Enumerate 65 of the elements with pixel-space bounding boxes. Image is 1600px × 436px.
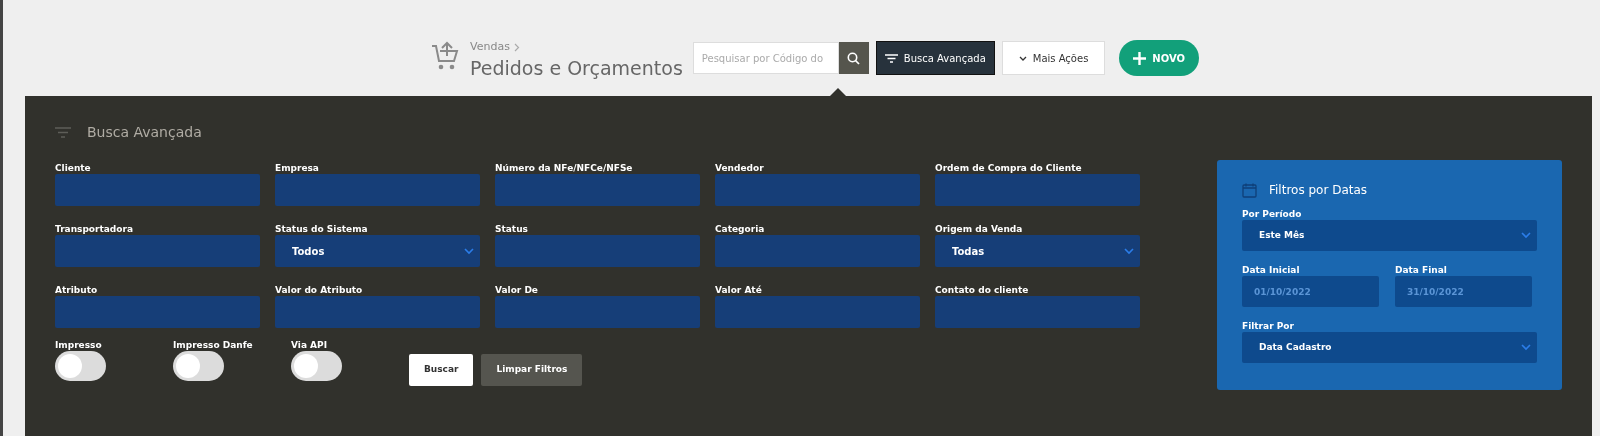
input-field[interactable] — [495, 296, 700, 328]
field-label: Status — [495, 223, 529, 235]
toggle-switch[interactable] — [291, 351, 342, 381]
plus-icon — [1133, 51, 1147, 65]
date-field[interactable]: 31/10/2022 — [1395, 276, 1532, 307]
toggle-label: Impresso — [55, 339, 103, 351]
search-field[interactable]: Pesquisar por Código do — [692, 42, 839, 74]
chevron-down-icon — [1521, 232, 1531, 239]
input-field[interactable] — [55, 296, 260, 328]
field-label: Número da NFe/NFCe/NFSe — [495, 162, 634, 174]
input-field[interactable] — [715, 296, 920, 328]
field-label: Status do Sistema — [275, 223, 369, 235]
search-icon — [847, 51, 861, 65]
field-label: Categoria — [715, 223, 766, 235]
field-label: Empresa — [275, 162, 320, 174]
field-label: Valor De — [495, 284, 539, 296]
field-label: Cliente — [55, 162, 92, 174]
field-label: Ordem de Compra do Cliente — [935, 162, 1083, 174]
input-field[interactable] — [55, 235, 260, 267]
field-label: Origem da Venda — [935, 223, 1024, 235]
input-field[interactable] — [715, 235, 920, 267]
input-field[interactable] — [275, 174, 480, 206]
search-button[interactable]: Buscar — [409, 354, 474, 386]
page-title: Pedidos e Orçamentos — [470, 55, 683, 80]
field-label: Valor do Atributo — [275, 284, 364, 296]
date-field[interactable]: 01/10/2022 — [1242, 276, 1379, 307]
toggle-switch[interactable] — [55, 351, 106, 381]
input-field[interactable] — [55, 174, 260, 206]
dropdown-field[interactable]: Data Cadastro — [1242, 332, 1537, 363]
clear-filters-button[interactable]: Limpar Filtros — [481, 354, 583, 386]
more-actions-button[interactable]: Mais Ações — [1001, 41, 1106, 75]
toggle-switch[interactable] — [173, 351, 224, 381]
field-label: Transportadora — [55, 223, 134, 235]
toggle-label: Via API — [291, 339, 328, 351]
input-field[interactable] — [275, 296, 480, 328]
input-field[interactable] — [935, 296, 1140, 328]
filter-icon — [55, 126, 71, 138]
search-button[interactable] — [838, 42, 869, 74]
field-label: Atributo — [55, 284, 99, 296]
field-label: Por Período — [1242, 208, 1303, 220]
chevron-down-icon — [464, 247, 474, 255]
field-label: Vendedor — [715, 162, 765, 174]
field-label: Filtrar Por — [1242, 320, 1295, 332]
field-label: Valor Até — [715, 284, 763, 296]
field-label: Data Final — [1395, 264, 1448, 276]
section-title: Busca Avançada — [87, 122, 202, 142]
toggle-label: Impresso Danfe — [173, 339, 254, 351]
chevron-down-icon — [1124, 247, 1134, 255]
calendar-icon — [1242, 182, 1257, 198]
card-title: Filtros por Datas — [1269, 182, 1368, 199]
input-field[interactable] — [715, 174, 920, 206]
filter-icon — [884, 53, 898, 63]
chevron-down-icon — [1018, 55, 1027, 61]
dropdown-field[interactable]: Todos — [275, 235, 480, 267]
field-label: Data Inicial — [1242, 264, 1301, 276]
chevron-down-icon — [1521, 344, 1531, 351]
cart-upload-icon — [430, 40, 460, 72]
input-field[interactable] — [935, 174, 1140, 206]
advanced-search-button[interactable]: Busca Avançada — [876, 42, 994, 74]
chevron-right-icon — [513, 42, 520, 52]
input-field[interactable] — [495, 235, 700, 267]
dropdown-field[interactable]: Este Mês — [1242, 220, 1537, 251]
input-field[interactable] — [495, 174, 700, 206]
field-label: Contato do cliente — [935, 284, 1030, 296]
dropdown-field[interactable]: Todas — [935, 235, 1140, 267]
